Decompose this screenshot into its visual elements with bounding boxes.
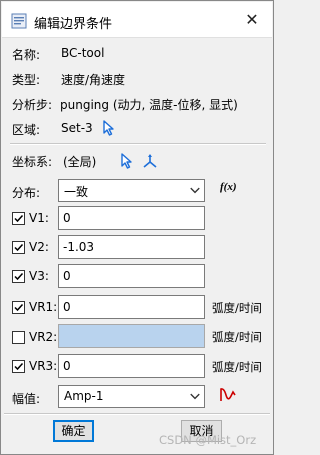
distribution-select[interactable]: 一致: [58, 179, 205, 202]
v2-label: V2:: [29, 240, 49, 254]
name-label: 名称:: [12, 48, 41, 62]
vr2-input[interactable]: [58, 324, 205, 348]
v2-value: -1.03: [63, 240, 95, 254]
distribution-label: 分布:: [12, 186, 41, 200]
vr1-label: VR1:: [29, 300, 58, 314]
v3-input[interactable]: 0: [58, 264, 205, 288]
v3-label: V3:: [29, 269, 49, 283]
edit-icon: [11, 13, 27, 29]
vr1-input[interactable]: 0: [58, 295, 205, 319]
v1-checkbox[interactable]: [12, 212, 25, 225]
name-value: BC-tool: [61, 46, 105, 60]
pick-region-cursor-icon[interactable]: [102, 120, 116, 136]
checkmark-icon: [14, 303, 24, 312]
v1-label: V1:: [29, 211, 49, 225]
close-icon[interactable]: ✕: [242, 10, 262, 30]
vr2-unit: 弧度/时间: [212, 330, 262, 344]
amplitude-label: 幅值:: [12, 392, 41, 406]
title-bar[interactable]: 编辑边界条件 ✕: [2, 2, 272, 38]
vr3-unit: 弧度/时间: [212, 360, 262, 374]
separator: [4, 413, 270, 415]
vr3-value: 0: [63, 359, 71, 373]
checkmark-icon: [14, 272, 24, 281]
watermark: CSDN @Mist_Orz: [159, 433, 257, 447]
checkmark-icon: [14, 243, 24, 252]
checkmark-icon: [14, 214, 24, 223]
chevron-down-icon[interactable]: [186, 387, 203, 406]
vr3-label: VR3:: [29, 359, 58, 373]
v2-input[interactable]: -1.03: [58, 235, 205, 259]
distribution-selected-value: 一致: [64, 185, 89, 199]
amplitude-manager-icon[interactable]: [219, 386, 237, 404]
v1-input[interactable]: 0: [58, 206, 205, 230]
ok-button[interactable]: 确定: [53, 420, 94, 442]
v1-value: 0: [63, 211, 71, 225]
type-value: 速度/角速度: [61, 73, 126, 87]
amplitude-selected-value: Amp-1: [64, 389, 104, 403]
checkmark-icon: [14, 362, 24, 371]
vr1-value: 0: [63, 300, 71, 314]
edit-boundary-condition-dialog: 编辑边界条件 ✕ 名称: BC-tool 类型: 速度/角速度 分析步: pun…: [0, 0, 274, 455]
type-label: 类型:: [12, 73, 41, 87]
vr2-checkbox[interactable]: [12, 331, 25, 344]
region-label: 区域:: [12, 123, 41, 137]
region-value: Set-3: [61, 121, 93, 135]
chevron-down-icon[interactable]: [186, 181, 203, 200]
step-label: 分析步:: [12, 98, 53, 112]
v3-value: 0: [63, 269, 71, 283]
csys-label: 坐标系:: [12, 155, 53, 169]
vr3-input[interactable]: 0: [58, 354, 205, 378]
step-value: punging (动力, 温度-位移, 显式): [60, 98, 238, 112]
v3-checkbox[interactable]: [12, 270, 25, 283]
create-csys-icon[interactable]: [142, 153, 158, 169]
vr3-checkbox[interactable]: [12, 360, 25, 373]
separator: [10, 143, 266, 145]
vr1-checkbox[interactable]: [12, 301, 25, 314]
vr1-unit: 弧度/时间: [212, 301, 262, 315]
pick-csys-cursor-icon[interactable]: [120, 153, 134, 169]
dialog-title: 编辑边界条件: [34, 17, 113, 32]
v2-checkbox[interactable]: [12, 241, 25, 254]
vr2-label: VR2:: [29, 330, 58, 344]
csys-value: (全局): [63, 155, 97, 169]
function-fx-button[interactable]: f(x): [220, 181, 237, 193]
amplitude-select[interactable]: Amp-1: [58, 385, 205, 408]
